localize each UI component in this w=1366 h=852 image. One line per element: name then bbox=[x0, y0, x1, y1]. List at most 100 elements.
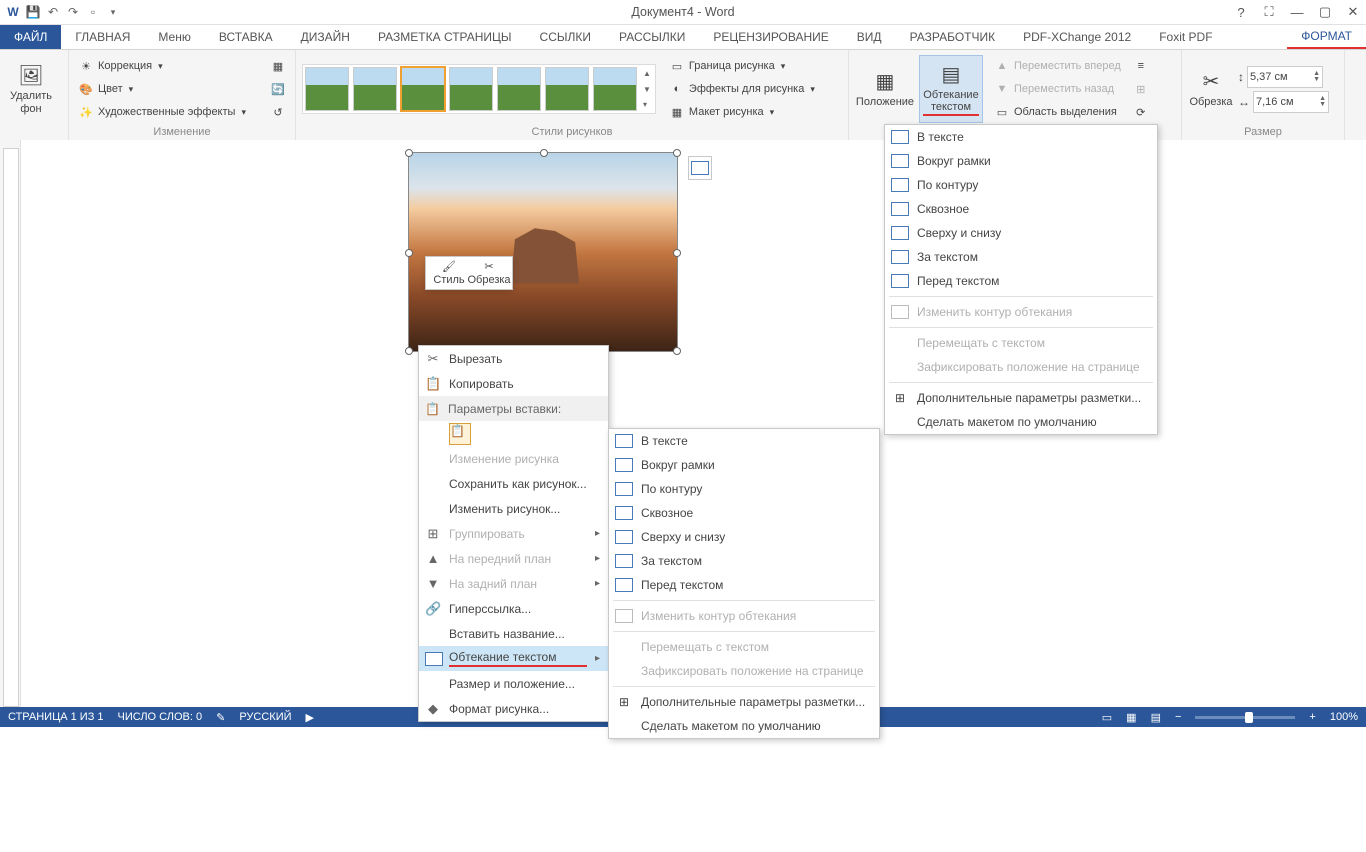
wrap-front[interactable]: Перед текстом bbox=[885, 269, 1157, 293]
close-icon[interactable]: ✕ bbox=[1344, 4, 1362, 20]
minimize-icon[interactable]: — bbox=[1288, 5, 1306, 20]
style-thumb[interactable] bbox=[593, 67, 637, 111]
cm-wrap-text[interactable]: Обтекание текстом▸ bbox=[419, 646, 608, 671]
qat-dropdown-icon[interactable]: ▾ bbox=[104, 3, 122, 21]
wrap-more-options[interactable]: ⊞Дополнительные параметры разметки... bbox=[885, 386, 1157, 410]
style-thumb[interactable] bbox=[353, 67, 397, 111]
wrap-front[interactable]: Перед текстом bbox=[609, 573, 879, 597]
wrap-top-bottom[interactable]: Сверху и снизу bbox=[885, 221, 1157, 245]
height-input[interactable]: 5,37 см▲▼ bbox=[1247, 66, 1323, 88]
tab-view[interactable]: ВИД bbox=[843, 25, 896, 49]
zoom-slider[interactable] bbox=[1195, 716, 1295, 719]
tab-insert[interactable]: ВСТАВКА bbox=[205, 25, 287, 49]
group-styles-label: Стили рисунков bbox=[302, 125, 842, 139]
position-button[interactable]: ▦ Положение bbox=[855, 56, 915, 122]
tab-developer[interactable]: РАЗРАБОТЧИК bbox=[896, 25, 1010, 49]
wrap-tight[interactable]: По контуру bbox=[885, 173, 1157, 197]
ribbon-display-icon[interactable]: ⛶ bbox=[1260, 4, 1278, 20]
zoom-out-icon[interactable]: − bbox=[1175, 711, 1181, 723]
wrap-top-bottom[interactable]: Сверху и снизу bbox=[609, 525, 879, 549]
picture-effects-button[interactable]: ◐Эффекты для рисунка▾ bbox=[666, 79, 818, 99]
tab-review[interactable]: РЕЦЕНЗИРОВАНИЕ bbox=[699, 25, 842, 49]
view-read-icon[interactable]: ▭ bbox=[1102, 711, 1112, 724]
corrections-button[interactable]: ☀Коррекция▾ bbox=[75, 56, 259, 76]
tab-mailings[interactable]: РАССЫЛКИ bbox=[605, 25, 699, 49]
compress-pic-button[interactable]: ▦ bbox=[267, 56, 289, 76]
tab-pdf-xchange[interactable]: PDF-XChange 2012 bbox=[1009, 25, 1145, 49]
wrap-through[interactable]: Сквозное bbox=[609, 501, 879, 525]
wrap-behind[interactable]: За текстом bbox=[885, 245, 1157, 269]
tab-format[interactable]: ФОРМАТ bbox=[1287, 25, 1366, 49]
send-backward-button[interactable]: ▼Переместить назад bbox=[991, 79, 1124, 99]
cm-insert-caption[interactable]: Вставить название... bbox=[419, 621, 608, 646]
wrap-text-button[interactable]: ▤ Обтеканиетекстом bbox=[919, 55, 983, 123]
macro-icon[interactable]: ▶ bbox=[306, 711, 314, 724]
view-web-icon[interactable]: ▤ bbox=[1151, 711, 1161, 724]
color-button[interactable]: 🎨Цвет▾ bbox=[75, 79, 259, 99]
status-page[interactable]: СТРАНИЦА 1 ИЗ 1 bbox=[8, 711, 104, 723]
style-thumb[interactable] bbox=[305, 67, 349, 111]
wrap-tight[interactable]: По контуру bbox=[609, 477, 879, 501]
new-doc-icon[interactable]: ▫ bbox=[84, 3, 102, 21]
cm-edit-picture[interactable]: Изменить рисунок... bbox=[419, 496, 608, 521]
wrap-more-options[interactable]: ⊞Дополнительные параметры разметки... bbox=[609, 690, 879, 714]
mini-style-button[interactable]: 🖌Стиль bbox=[429, 260, 469, 286]
tab-foxit[interactable]: Foxit PDF bbox=[1145, 25, 1226, 49]
zoom-in-icon[interactable]: + bbox=[1309, 711, 1315, 723]
view-print-icon[interactable]: ▦ bbox=[1126, 711, 1136, 724]
maximize-icon[interactable]: ▢ bbox=[1316, 4, 1334, 20]
tab-page-layout[interactable]: РАЗМЕТКА СТРАНИЦЫ bbox=[364, 25, 526, 49]
align-button[interactable]: ≡ bbox=[1130, 56, 1152, 76]
cm-size-position[interactable]: Размер и положение... bbox=[419, 671, 608, 696]
tab-design[interactable]: ДИЗАЙН bbox=[287, 25, 364, 49]
group-button[interactable]: ⊞ bbox=[1130, 79, 1152, 99]
picture-border-button[interactable]: ▭Граница рисунка▾ bbox=[666, 56, 818, 76]
layout-options-icon[interactable] bbox=[688, 156, 712, 180]
remove-background-button[interactable]: 🖼 Удалитьфон bbox=[6, 56, 56, 122]
wrap-in-text[interactable]: В тексте bbox=[885, 125, 1157, 149]
style-thumb[interactable] bbox=[497, 67, 541, 111]
cm-paste-option[interactable]: 📋 bbox=[419, 421, 608, 446]
tab-menu[interactable]: Меню bbox=[144, 25, 204, 49]
undo-icon[interactable]: ↶ bbox=[44, 3, 62, 21]
zoom-level[interactable]: 100% bbox=[1330, 711, 1358, 723]
height-icon: ↕ bbox=[1238, 70, 1244, 84]
picture-layout-button[interactable]: ▦Макет рисунка▾ bbox=[666, 102, 818, 122]
tab-home[interactable]: ГЛАВНАЯ bbox=[61, 25, 144, 49]
wrap-in-text[interactable]: В тексте bbox=[609, 429, 879, 453]
picture-styles-gallery[interactable]: ▲▼▾ bbox=[302, 64, 656, 114]
cm-cut[interactable]: ✂Вырезать bbox=[419, 346, 608, 371]
wrap-set-default[interactable]: Сделать макетом по умолчанию bbox=[609, 714, 879, 738]
cm-hyperlink[interactable]: 🔗Гиперссылка... bbox=[419, 596, 608, 621]
wrap-square[interactable]: Вокруг рамки bbox=[609, 453, 879, 477]
help-icon[interactable]: ? bbox=[1232, 5, 1250, 20]
reset-pic-button[interactable]: ↺ bbox=[267, 102, 289, 122]
cm-save-as-picture[interactable]: Сохранить как рисунок... bbox=[419, 471, 608, 496]
width-input[interactable]: 7,16 см▲▼ bbox=[1253, 91, 1329, 113]
wrap-set-default[interactable]: Сделать макетом по умолчанию bbox=[885, 410, 1157, 434]
redo-icon[interactable]: ↷ bbox=[64, 3, 82, 21]
change-pic-button[interactable]: 🔄 bbox=[267, 79, 289, 99]
wrap-square[interactable]: Вокруг рамки bbox=[885, 149, 1157, 173]
wrap-behind[interactable]: За текстом bbox=[609, 549, 879, 573]
tab-file[interactable]: ФАЙЛ bbox=[0, 25, 61, 49]
inserted-picture[interactable] bbox=[408, 152, 678, 352]
style-thumb[interactable] bbox=[449, 67, 493, 111]
status-words[interactable]: ЧИСЛО СЛОВ: 0 bbox=[118, 711, 203, 723]
artistic-effects-button[interactable]: ✨Художественные эффекты▾ bbox=[75, 102, 259, 122]
selection-pane-button[interactable]: ▭Область выделения bbox=[991, 102, 1124, 122]
bring-forward-button[interactable]: ▲Переместить вперед bbox=[991, 56, 1124, 76]
crop-button[interactable]: ✂ Обрезка bbox=[1188, 56, 1234, 122]
cm-format-picture[interactable]: ◆Формат рисунка... bbox=[419, 696, 608, 721]
spellcheck-icon[interactable]: ✎ bbox=[216, 711, 225, 724]
rotate-button[interactable]: ⟳ bbox=[1130, 102, 1152, 122]
status-language[interactable]: РУССКИЙ bbox=[239, 711, 291, 723]
group-size-label: Размер bbox=[1188, 125, 1338, 139]
style-thumb[interactable] bbox=[545, 67, 589, 111]
cm-copy[interactable]: 📋Копировать bbox=[419, 371, 608, 396]
wrap-through[interactable]: Сквозное bbox=[885, 197, 1157, 221]
tab-references[interactable]: ССЫЛКИ bbox=[526, 25, 605, 49]
style-thumb[interactable] bbox=[401, 67, 445, 111]
save-icon[interactable]: 💾 bbox=[24, 3, 42, 21]
mini-crop-button[interactable]: ✂Обрезка bbox=[469, 260, 509, 286]
